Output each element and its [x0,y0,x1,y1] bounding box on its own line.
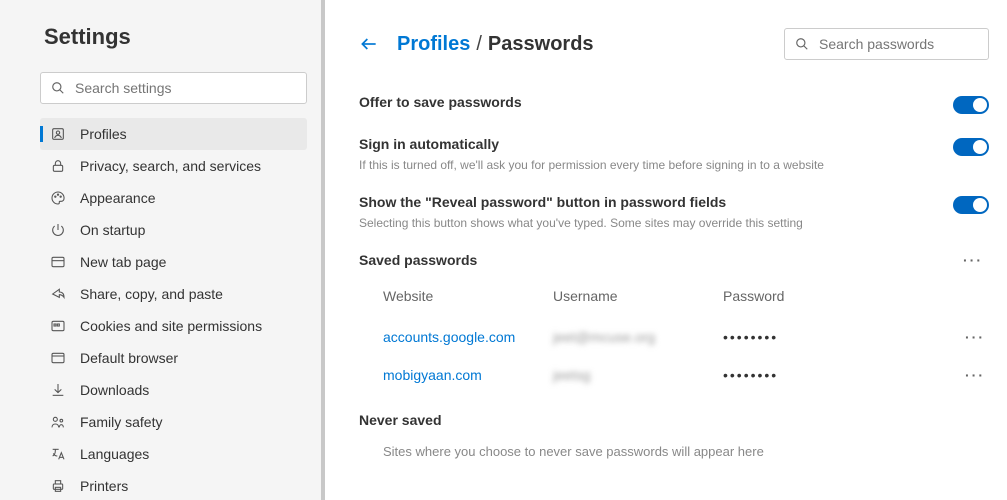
breadcrumb-link[interactable]: Profiles [397,33,470,56]
never-saved-title: Never saved [359,412,989,428]
search-settings-input[interactable] [75,80,296,96]
password-masked: •••••••• [723,329,959,345]
breadcrumb-separator: / [476,33,482,56]
auto-signin-label: Sign in automatically [359,136,953,152]
sidebar-item-privacy[interactable]: Privacy, search, and services [40,150,307,182]
search-passwords-box[interactable] [784,28,989,60]
search-icon [795,37,809,51]
share-icon [50,286,66,302]
power-icon [50,222,66,238]
cookies-icon [50,318,66,334]
sidebar-item-printers[interactable]: Printers [40,470,307,500]
grid-icon [50,254,66,270]
sidebar-item-share[interactable]: Share, copy, and paste [40,278,307,310]
sidebar-item-label: Appearance [80,190,156,206]
profile-icon [50,126,66,142]
col-username: Username [553,288,723,304]
settings-sidebar: Settings Profiles Privacy, search, and s… [0,0,325,500]
lock-icon [50,158,66,174]
saved-passwords-title: Saved passwords [359,252,477,268]
sidebar-item-label: Languages [80,446,149,462]
settings-title: Settings [44,24,307,50]
breadcrumb-current: Passwords [488,33,594,56]
main-content: Profiles / Passwords Offer to save passw… [325,0,1007,500]
row-more-button[interactable]: ··· [959,367,989,383]
search-icon [51,81,65,95]
sidebar-item-onstartup[interactable]: On startup [40,214,307,246]
search-passwords-input[interactable] [819,36,978,52]
auto-signin-desc: If this is turned off, we'll ask you for… [359,158,953,172]
password-row: mobigyaan.com jeetsg •••••••• ··· [359,356,989,394]
col-password: Password [723,288,989,304]
row-more-button[interactable]: ··· [959,329,989,345]
sidebar-item-label: Share, copy, and paste [80,286,223,302]
sidebar-item-family[interactable]: Family safety [40,406,307,438]
col-website: Website [383,288,553,304]
window-icon [50,350,66,366]
username-value: jeetsg [553,367,723,383]
auto-signin-toggle[interactable] [953,138,989,156]
website-link[interactable]: accounts.google.com [383,329,553,345]
sidebar-item-cookies[interactable]: Cookies and site permissions [40,310,307,342]
sidebar-item-languages[interactable]: Languages [40,438,307,470]
saved-passwords-more-button[interactable]: ··· [957,252,989,268]
password-row: accounts.google.com jeet@mcuse.org •••••… [359,318,989,356]
language-icon [50,446,66,462]
sidebar-item-label: Printers [80,478,128,494]
table-header: Website Username Password [359,288,989,304]
sidebar-item-appearance[interactable]: Appearance [40,182,307,214]
offer-save-passwords-label: Offer to save passwords [359,94,953,110]
sidebar-item-label: Privacy, search, and services [80,158,261,174]
never-saved-desc: Sites where you choose to never save pas… [359,444,989,459]
search-settings-box[interactable] [40,72,307,104]
offer-save-passwords-toggle[interactable] [953,96,989,114]
reveal-password-toggle[interactable] [953,196,989,214]
sidebar-item-label: On startup [80,222,145,238]
reveal-password-label: Show the "Reveal password" button in pas… [359,194,953,210]
palette-icon [50,190,66,206]
sidebar-item-defaultbrowser[interactable]: Default browser [40,342,307,374]
sidebar-item-label: Downloads [80,382,149,398]
family-icon [50,414,66,430]
download-icon [50,382,66,398]
sidebar-item-label: Profiles [80,126,127,142]
breadcrumb: Profiles / Passwords [359,33,594,56]
sidebar-item-downloads[interactable]: Downloads [40,374,307,406]
website-link[interactable]: mobigyaan.com [383,367,553,383]
sidebar-item-label: Default browser [80,350,178,366]
sidebar-item-label: New tab page [80,254,166,270]
back-arrow-icon[interactable] [359,34,379,54]
printer-icon [50,478,66,494]
sidebar-item-newtab[interactable]: New tab page [40,246,307,278]
sidebar-item-label: Cookies and site permissions [80,318,262,334]
sidebar-item-label: Family safety [80,414,162,430]
password-masked: •••••••• [723,367,959,383]
username-value: jeet@mcuse.org [553,329,723,345]
sidebar-item-profiles[interactable]: Profiles [40,118,307,150]
reveal-password-desc: Selecting this button shows what you've … [359,216,953,230]
